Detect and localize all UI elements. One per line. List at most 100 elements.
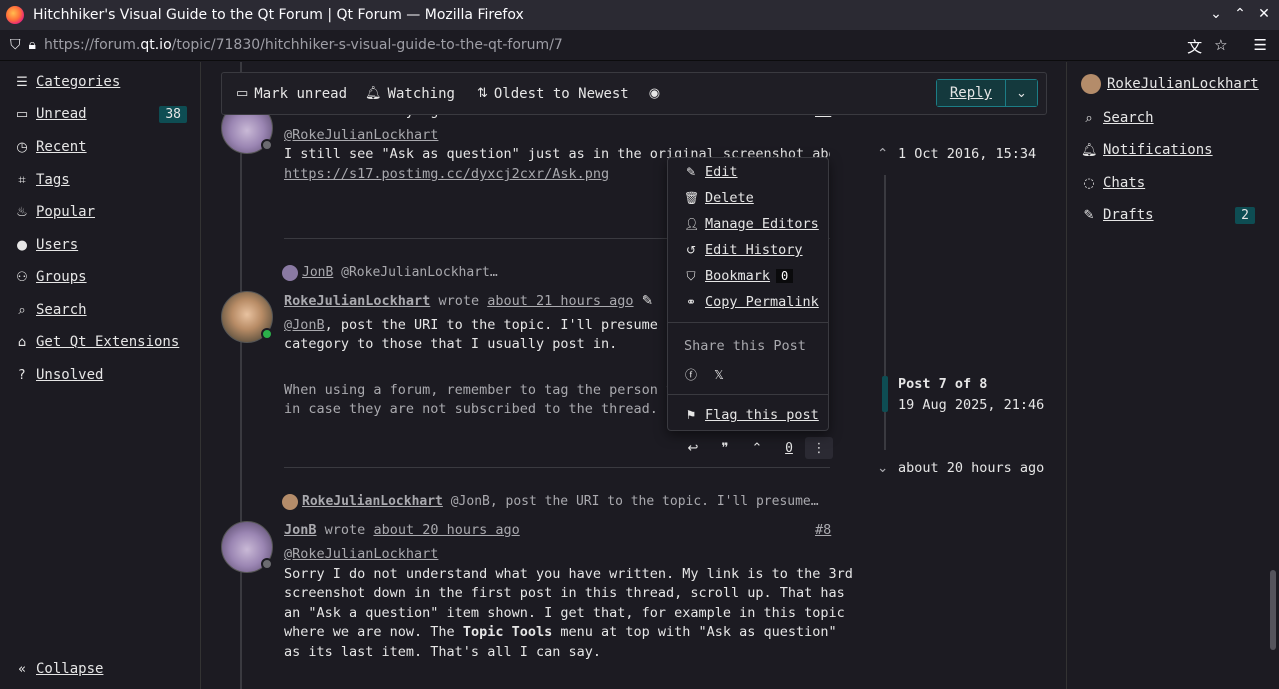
menu-item-flag[interactable]: ⚑ Flag this post bbox=[684, 407, 819, 423]
rss-button[interactable]: ◉ bbox=[649, 86, 666, 101]
bell-icon: 🔔︎ bbox=[365, 86, 382, 101]
minimize-icon[interactable]: ⌄ bbox=[1209, 5, 1223, 23]
post-body: @JonB, post the URI to the topic. I'll p… bbox=[284, 317, 683, 333]
sidebar-item-popular[interactable]: ♨ Popular bbox=[14, 202, 95, 222]
question-icon: ? bbox=[18, 367, 26, 383]
sidebar-item-unsolved[interactable]: ? Unsolved bbox=[14, 365, 104, 385]
user-profile-link[interactable]: RokeJulianLockhart bbox=[1081, 74, 1259, 94]
page-scrollbar[interactable] bbox=[1270, 570, 1276, 650]
share-icons: ⓕ 𝕏 bbox=[684, 366, 733, 383]
reply-button-group: Reply ⌄ bbox=[935, 79, 1038, 107]
sidebar-item-recent[interactable]: ◷ Recent bbox=[14, 137, 86, 157]
menu-item-edit[interactable]: ✎ Edit bbox=[684, 164, 738, 180]
post-index[interactable]: #8 bbox=[815, 521, 831, 541]
share-heading: Share this Post bbox=[684, 338, 806, 354]
trash-icon: 🗑︎ bbox=[684, 191, 700, 205]
menu-divider bbox=[668, 322, 828, 323]
parent-reply[interactable]: JonB @RokeJulianLockhart… bbox=[282, 263, 498, 283]
history-icon: ↺ bbox=[685, 243, 697, 257]
shield-icon[interactable]: ⛉ bbox=[10, 37, 21, 53]
facebook-icon[interactable]: ⓕ bbox=[684, 366, 698, 383]
menu-divider bbox=[668, 394, 828, 395]
sidebar-item-groups[interactable]: ⚇ Groups bbox=[14, 267, 86, 287]
post-divider bbox=[284, 467, 830, 468]
star-icon[interactable]: ☆ bbox=[1214, 36, 1227, 57]
sidebar-item-search[interactable]: ⌕ Search bbox=[1081, 110, 1153, 126]
post-body-line: screenshot down in the first post in thi… bbox=[284, 585, 845, 601]
inbox-icon: ▭ bbox=[15, 106, 29, 122]
search-icon: ⌕ bbox=[1085, 110, 1093, 126]
post-link[interactable]: https://s17.postimg.cc/dyxcj2cxr/Ask.png bbox=[284, 165, 609, 185]
watching-button[interactable]: 🔔︎ Watching bbox=[365, 86, 455, 102]
sort-icon: ⇅ bbox=[476, 86, 488, 101]
close-icon[interactable]: ✕ bbox=[1257, 5, 1271, 23]
url-field[interactable]: https://forum.qt.io/topic/71830/hitchhik… bbox=[44, 37, 563, 53]
chevron-up-icon[interactable]: ⌃ bbox=[877, 145, 888, 165]
sidebar-item-search[interactable]: ⌕ Search bbox=[14, 300, 86, 320]
sidebar-item-get-qt-extensions[interactable]: ⌂ Get Qt Extensions bbox=[14, 332, 179, 352]
menu-item-edit-history[interactable]: ↺ Edit History bbox=[684, 242, 803, 258]
search-icon: ⌕ bbox=[18, 302, 26, 318]
pager-post-date: 19 Aug 2025, 21:46 bbox=[898, 397, 1045, 413]
sidebar-item-drafts[interactable]: ✎ Drafts 2 bbox=[1081, 206, 1255, 224]
menu-item-delete[interactable]: 🗑︎ Delete bbox=[684, 190, 754, 206]
menu-item-manage-editors[interactable]: 👤︎ Manage Editors bbox=[684, 216, 819, 232]
pager-top-date[interactable]: 1 Oct 2016, 15:34 bbox=[898, 145, 1036, 165]
pager-bottom-date[interactable]: about 20 hours ago bbox=[898, 459, 1044, 479]
quote-icon[interactable]: ❞ bbox=[709, 441, 741, 456]
topic-toolbar: ▭ Mark unread 🔔︎ Watching ⇅ Oldest to Newes… bbox=[221, 72, 1047, 115]
post-body-line: category to those that I usually post in… bbox=[284, 336, 618, 352]
users-icon: ⚇ bbox=[16, 269, 28, 285]
sidebar-item-categories[interactable]: ☰ Categories bbox=[14, 72, 120, 92]
post-body-line: Sorry I do not understand what you have … bbox=[284, 566, 853, 582]
user-icon: ● bbox=[16, 237, 28, 253]
post-body-line: an "Ask a question" item shown. I get th… bbox=[284, 605, 845, 621]
upvote-icon[interactable]: ⌃ bbox=[741, 441, 773, 456]
link-icon: ⚭ bbox=[685, 295, 697, 309]
post-header: RokeJulianLockhart wrote about 21 hours … bbox=[284, 293, 653, 309]
parent-reply[interactable]: RokeJulianLockhart @JonB, post the URI t… bbox=[282, 492, 819, 512]
sidebar-item-users[interactable]: ● Users bbox=[14, 235, 78, 255]
signature: in case they are not subscribed to the t… bbox=[284, 401, 658, 417]
avatar bbox=[1081, 74, 1101, 94]
reply-button[interactable]: Reply bbox=[936, 80, 1005, 106]
status-badge bbox=[261, 558, 273, 570]
mention-link[interactable]: @RokeJulianLockhart bbox=[284, 545, 438, 565]
x-icon[interactable]: 𝕏 bbox=[712, 368, 726, 382]
collapse-button[interactable]: «Collapse bbox=[14, 659, 103, 679]
menu-item-bookmark[interactable]: ⛉ Bookmark 0 bbox=[684, 268, 794, 284]
chevron-down-icon[interactable]: ⌄ bbox=[1005, 80, 1037, 106]
pager-thumb[interactable] bbox=[882, 376, 888, 412]
sort-button[interactable]: ⇅ Oldest to Newest bbox=[477, 86, 629, 102]
window-title: Hitchhiker's Visual Guide to the Qt Foru… bbox=[33, 7, 524, 23]
reply-icon[interactable]: ↩ bbox=[677, 441, 709, 456]
chat-icon: ◌ bbox=[1083, 175, 1095, 191]
flag-icon: ⚑ bbox=[685, 408, 697, 422]
post-body-line: where we are now. The Topic Tools menu a… bbox=[284, 624, 837, 640]
more-options-icon[interactable]: ⋮ bbox=[805, 437, 833, 459]
maximize-icon[interactable]: ⌃ bbox=[1233, 5, 1247, 23]
translate-icon[interactable]: 文 bbox=[1187, 36, 1202, 57]
sidebar-item-chats[interactable]: ◌ Chats bbox=[1081, 175, 1145, 191]
avatar bbox=[282, 493, 298, 510]
chevron-down-icon[interactable]: ⌄ bbox=[877, 459, 888, 479]
vote-count[interactable]: 0 bbox=[773, 441, 805, 456]
lock-icon[interactable]: 🔒︎ bbox=[29, 37, 36, 53]
address-bar: ⛉ 🔒︎ https://forum.qt.io/topic/71830/hit… bbox=[0, 30, 1279, 61]
fire-icon: ♨ bbox=[16, 204, 28, 220]
post-header: JonB wrote about 20 hours ago bbox=[284, 522, 520, 538]
drafts-badge: 2 bbox=[1235, 206, 1255, 224]
inbox-icon: ▭ bbox=[236, 86, 249, 101]
sidebar-item-unread[interactable]: ▭ Unread 38 bbox=[14, 104, 187, 124]
avatar bbox=[282, 264, 298, 281]
mark-unread-button[interactable]: ▭ Mark unread bbox=[236, 86, 347, 102]
sidebar-item-notifications[interactable]: 🔔︎ Notifications bbox=[1081, 142, 1213, 158]
mention-link[interactable]: @RokeJulianLockhart bbox=[284, 126, 438, 146]
window-controls: ⌄ ⌃ ✕ bbox=[1209, 5, 1271, 23]
sidebar-item-tags[interactable]: ⌗ Tags bbox=[14, 170, 69, 190]
edited-icon: ✎ bbox=[641, 293, 653, 309]
status-badge bbox=[261, 328, 273, 340]
hamburger-menu-icon[interactable]: ☰ bbox=[1254, 36, 1267, 57]
menu-item-copy-permalink[interactable]: ⚭ Copy Permalink bbox=[684, 294, 819, 310]
post-timeline-line bbox=[240, 62, 242, 689]
